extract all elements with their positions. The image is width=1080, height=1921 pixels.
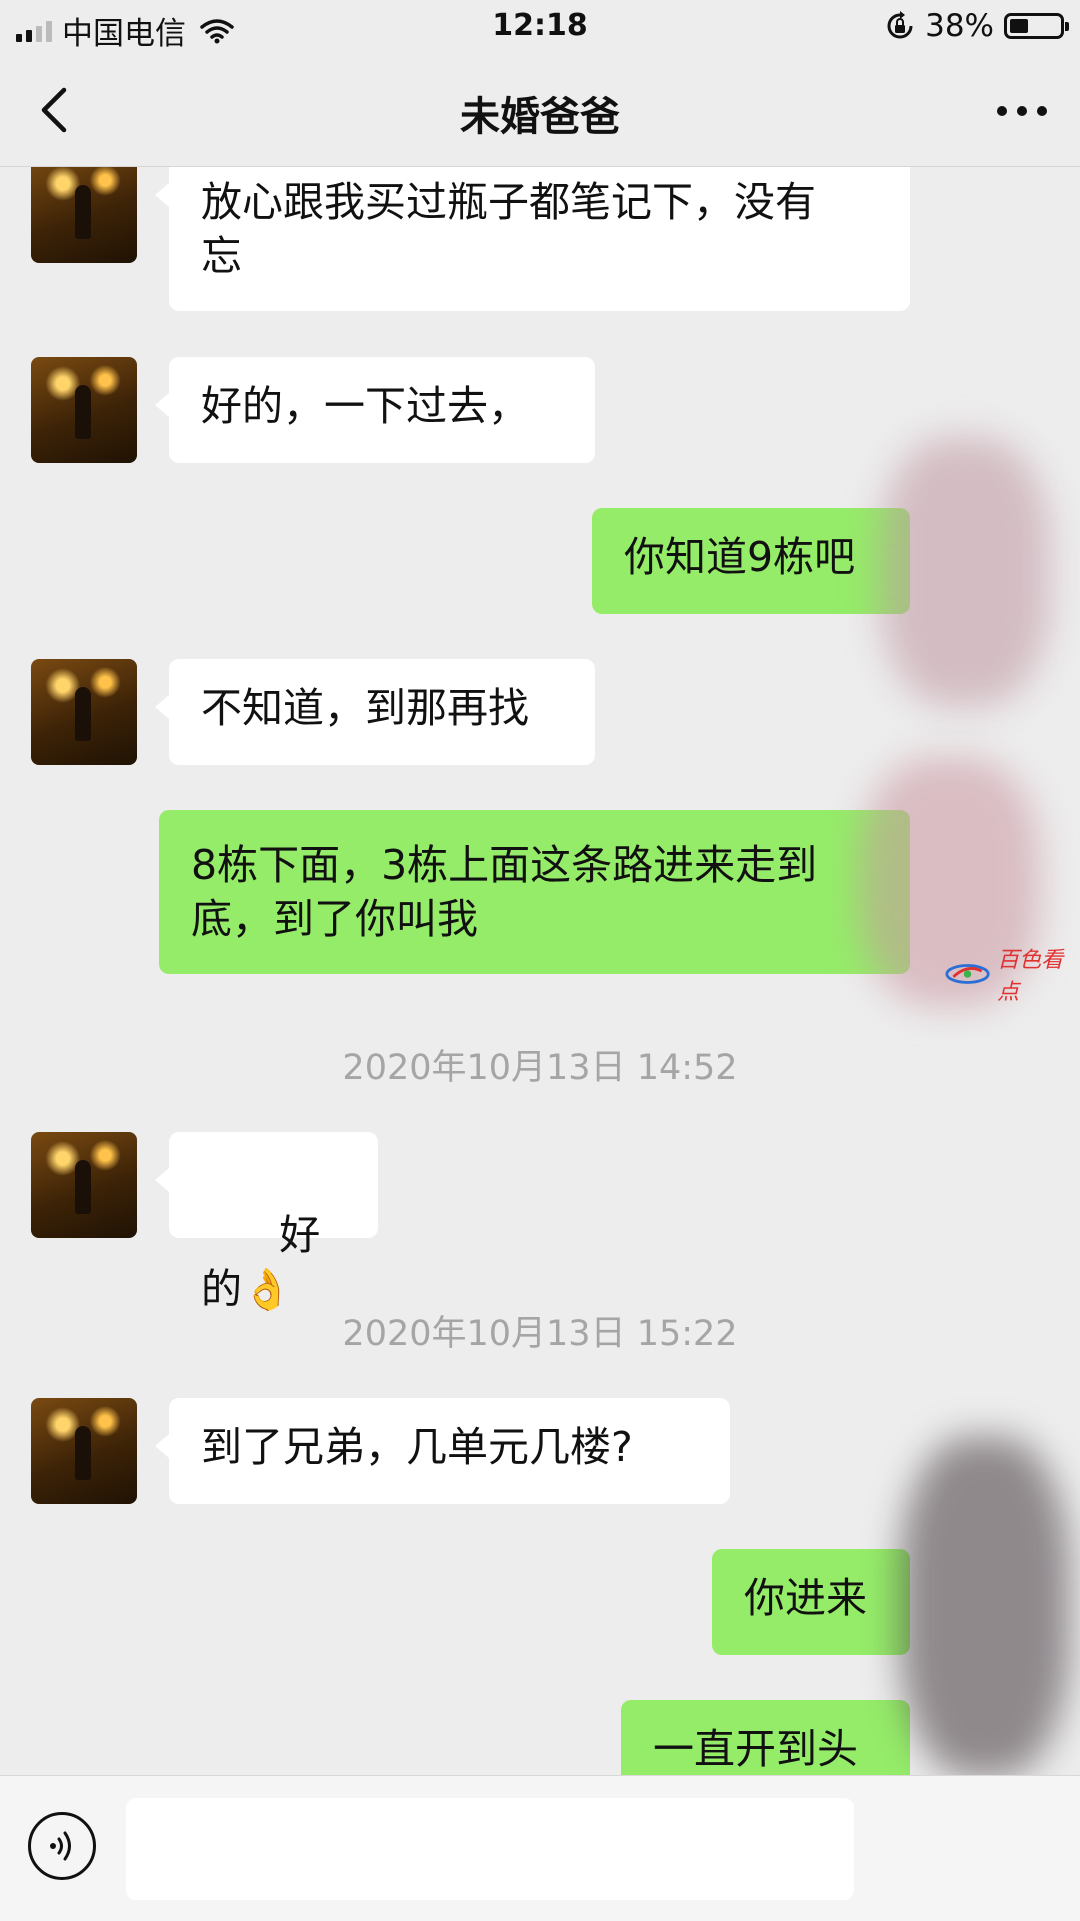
status-right: 38% bbox=[885, 8, 1069, 44]
input-bar bbox=[0, 1775, 1080, 1921]
contact-avatar[interactable] bbox=[31, 1398, 137, 1504]
timestamp: 2020年10月13日 14:52 bbox=[342, 1048, 738, 1088]
voice-icon[interactable] bbox=[28, 1812, 96, 1880]
message-bubble[interactable]: 不知道，到那再找 bbox=[155, 659, 595, 765]
message-bubble[interactable]: 你知道9栋吧 bbox=[592, 508, 910, 614]
message-bubble[interactable]: 你进来 bbox=[712, 1549, 910, 1655]
watermark-logo-icon bbox=[945, 964, 990, 984]
message-bubble[interactable]: 好的👌 bbox=[155, 1132, 378, 1313]
chat-title: 未婚爸爸 bbox=[460, 94, 620, 140]
battery-percent: 38% bbox=[925, 8, 994, 44]
more-dots-icon[interactable] bbox=[994, 94, 1050, 128]
rotation-lock-icon bbox=[887, 11, 913, 39]
contact-avatar[interactable] bbox=[31, 1132, 137, 1238]
message-bubble[interactable]: 好的，一下过去， bbox=[155, 357, 595, 463]
status-bar: 中国电信 12:18 38% bbox=[0, 0, 1080, 54]
contact-avatar[interactable] bbox=[31, 167, 137, 263]
message-bubble[interactable]: 到了兄弟，几单元几楼? bbox=[155, 1398, 730, 1504]
message-input[interactable] bbox=[126, 1798, 854, 1900]
redaction-smudge bbox=[900, 1437, 1070, 1775]
chat-header: 未婚爸爸 bbox=[0, 54, 1080, 167]
battery-icon bbox=[1004, 13, 1069, 39]
timestamp: 2020年10月13日 15:22 bbox=[342, 1314, 738, 1354]
message-list[interactable]: 放心跟我买过瓶子都笔记下，没有 忘 好的，一下过去， 你知道9栋吧 不知道，到那… bbox=[0, 167, 1080, 1775]
message-bubble[interactable]: 8栋下面，3栋上面这条路进来走到 底，到了你叫我 bbox=[159, 810, 910, 974]
watermark: 百色看点 bbox=[944, 942, 1080, 1006]
contact-avatar[interactable] bbox=[31, 659, 137, 765]
watermark-text: 百色看点 bbox=[997, 948, 1064, 1005]
contact-avatar[interactable] bbox=[31, 357, 137, 463]
message-bubble[interactable]: 放心跟我买过瓶子都笔记下，没有 忘 bbox=[155, 167, 910, 311]
message-bubble[interactable]: 一直开到头 bbox=[621, 1700, 910, 1775]
